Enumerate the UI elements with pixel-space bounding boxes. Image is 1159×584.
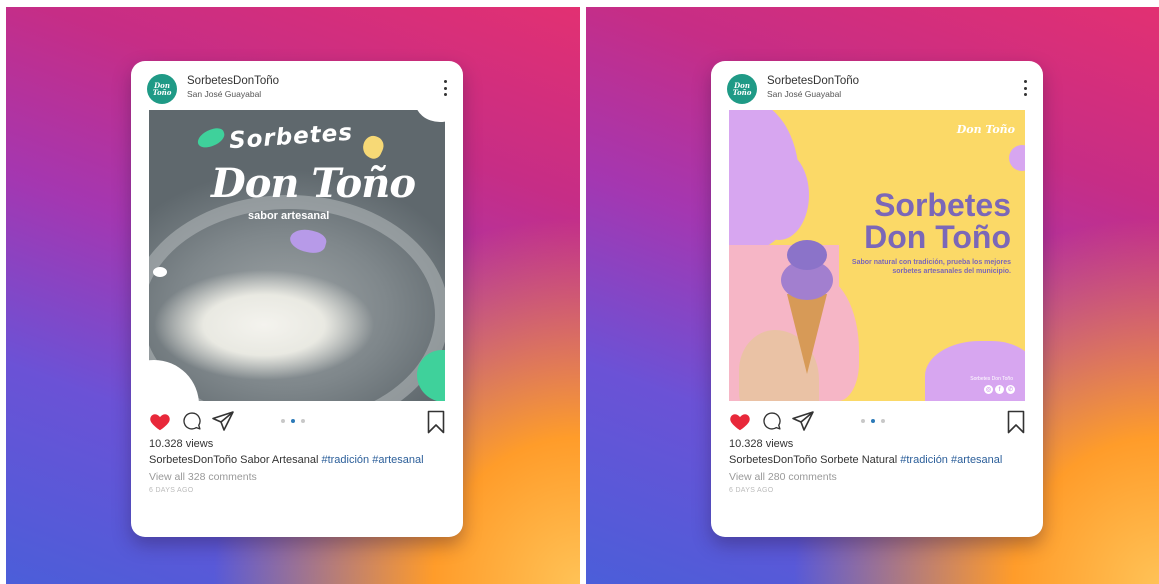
- view-comments-link[interactable]: View all 280 comments: [729, 471, 837, 483]
- social-icons: ◎ f ✆: [984, 385, 1015, 394]
- carousel-indicator: [861, 419, 885, 423]
- cone-image: [787, 294, 827, 374]
- bookmark-icon[interactable]: [427, 410, 445, 434]
- more-icon[interactable]: [1023, 80, 1027, 96]
- post-card: Don Toño SorbetesDonToño San José Guayaba…: [711, 61, 1043, 537]
- caption-tags[interactable]: #tradición #artesanal: [321, 454, 423, 466]
- view-comments-link[interactable]: View all 328 comments: [149, 471, 257, 483]
- post-location[interactable]: San José Guayabal: [187, 89, 261, 99]
- image-title-sorbetes: Sorbetes: [228, 119, 354, 155]
- post-header: Don Toño SorbetesDonToño San José Guayaba…: [131, 61, 463, 109]
- post-header: Don Toño SorbetesDonToño San José Guayaba…: [711, 61, 1043, 109]
- caption-user[interactable]: SorbetesDonToño: [729, 454, 817, 466]
- post-card: Don Toño SorbetesDonToño San José Guayaba…: [131, 61, 463, 537]
- heart-icon[interactable]: [729, 411, 751, 433]
- scoop-image: [787, 240, 827, 270]
- heart-icon[interactable]: [149, 411, 171, 433]
- image-title-don-tono: Don Toño: [211, 160, 416, 207]
- post-timestamp: 6 DAYS AGO: [729, 487, 774, 494]
- image-title-don-tono: Don Toño: [864, 219, 1011, 255]
- image-logo: Don Toño: [956, 123, 1015, 136]
- post-caption: SorbetesDonToño Sorbete Natural #tradici…: [729, 454, 1002, 466]
- post-image[interactable]: Don Toño Sorbetes Don Toño Sabor natural…: [729, 110, 1025, 401]
- instagram-icon: ◎: [984, 385, 993, 394]
- whatsapp-icon: ✆: [1006, 385, 1015, 394]
- avatar[interactable]: Don Toño: [147, 74, 177, 104]
- views-count: 10.328 views: [149, 438, 214, 450]
- carousel-indicator: [281, 419, 305, 423]
- caption-user[interactable]: SorbetesDonToño: [149, 454, 237, 466]
- post-username[interactable]: SorbetesDonToño: [187, 75, 279, 87]
- caption-text: Sabor Artesanal: [240, 454, 319, 466]
- share-icon[interactable]: [791, 409, 815, 433]
- post-caption: SorbetesDonToño Sabor Artesanal #tradici…: [149, 454, 424, 466]
- post-username[interactable]: SorbetesDonToño: [767, 75, 859, 87]
- image-title-sorbetes: Sorbetes: [874, 187, 1011, 223]
- avatar[interactable]: Don Toño: [727, 74, 757, 104]
- share-icon[interactable]: [211, 409, 235, 433]
- left-panel: Don Toño SorbetesDonToño San José Guayaba…: [6, 7, 580, 584]
- views-count: 10.328 views: [729, 438, 794, 450]
- social-label: Sorbetes Don Toño: [970, 376, 1013, 382]
- mockup-stage: Don Toño SorbetesDonToño San José Guayaba…: [0, 0, 1159, 584]
- more-icon[interactable]: [443, 80, 447, 96]
- action-bar: [729, 409, 1025, 435]
- comment-icon[interactable]: [762, 411, 782, 431]
- caption-tags[interactable]: #tradición #artesanal: [900, 454, 1002, 466]
- caption-text: Sorbete Natural: [820, 454, 898, 466]
- facebook-icon: f: [995, 385, 1004, 394]
- image-description: Sabor natural con tradición, prueba los …: [851, 259, 1011, 275]
- action-bar: [149, 409, 445, 435]
- bookmark-icon[interactable]: [1007, 410, 1025, 434]
- right-panel: Don Toño SorbetesDonToño San José Guayaba…: [586, 7, 1159, 584]
- post-image[interactable]: Sorbetes Don Toño sabor artesanal: [149, 110, 445, 401]
- comment-icon[interactable]: [182, 411, 202, 431]
- post-location[interactable]: San José Guayabal: [767, 89, 841, 99]
- image-tagline: sabor artesanal: [248, 210, 330, 222]
- post-timestamp: 6 DAYS AGO: [149, 487, 194, 494]
- yellow-blob: [359, 132, 387, 162]
- green-blob: [195, 125, 227, 151]
